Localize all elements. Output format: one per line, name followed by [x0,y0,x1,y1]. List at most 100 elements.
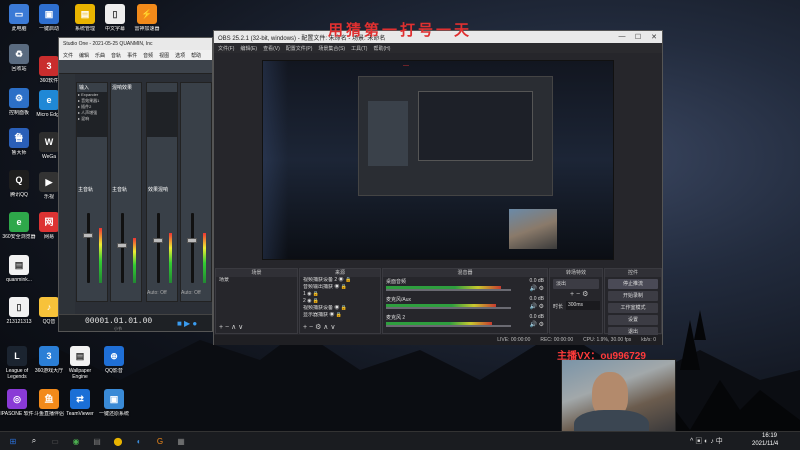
source-item[interactable]: 视频捕获设备 ◉ 🔒 [300,305,380,312]
play-button[interactable]: ■ ▶ ● [177,319,197,328]
transition-controls[interactable]: + − ⚙ [570,290,588,298]
studio-menu-item[interactable]: 视图 [159,52,169,59]
studio-menu-item[interactable]: 帮助 [191,52,201,59]
obs-window[interactable]: OBS 25.2.1 (32-bit, windows) - 配置文件: 未命名… [213,30,663,345]
studio-one-window[interactable]: Studio One - 2021-05-25 QUANMIN, Inc 文件编… [58,37,213,332]
fader-knob-2[interactable] [117,243,127,248]
studio-menu-item[interactable]: 选项 [175,52,185,59]
duration-field[interactable]: 300ms [566,301,600,310]
taskbar-item[interactable]: ⊞ [5,434,21,448]
obs-preview[interactable]: — [262,60,614,260]
desktop-icon-bottom-1[interactable]: 3 360游戏大厅 [32,346,66,374]
source-item[interactable]: 2 ◉ 🔒 [300,298,380,305]
volume-slider[interactable] [386,289,511,291]
obs-menu-item[interactable]: 场景集合(S) [318,45,345,52]
desktop-icon-7[interactable]: ▯ 213121313 [2,297,36,325]
desktop-icon-bottom-6[interactable]: ⇄ TeamViewer [63,389,97,417]
obs-menu-item[interactable]: 编辑(E) [240,45,257,52]
studio-menu-item[interactable]: 事件 [127,52,137,59]
mixer-dock[interactable]: 混音器 桌面音频 0.0 dB 🔊 ⚙ 麦克风/Aux 0.0 dB 🔊 ⚙ 麦克风 2 0.… [382,268,548,334]
taskbar-item[interactable]: ⌕ [26,434,42,448]
desktop-icon-2[interactable]: ⚙ 控制面板 [2,88,36,116]
obs-menu-item[interactable]: 查看(V) [263,45,280,52]
scenes-controls[interactable]: + − ∧ ∨ [219,323,243,331]
obs-menu-item[interactable]: 配置文件(P) [286,45,313,52]
taskbar-item[interactable]: ▦ [173,434,189,448]
taskbar-item[interactable]: ▭ [47,434,63,448]
desktop-icon-8[interactable]: ▣ 一键启动 [32,4,66,32]
controls-dock[interactable]: 控件 停止推流 开始录制 工作室模式 设置 退出 [604,268,662,337]
source-item[interactable]: 1 ◉ 🔒 [300,291,380,298]
desktop-icon-bottom-4[interactable]: ◎ IPASONE 软件 [0,389,34,417]
fader-2[interactable] [121,213,124,283]
obs-menu-item[interactable]: 帮助(H) [373,45,390,52]
taskbar-item[interactable]: G [152,434,168,448]
desktop-icon-bottom-3[interactable]: ⊕ QQ影音 [97,346,131,374]
transition-select[interactable]: 淡出 [553,279,599,289]
taskbar-item[interactable]: ⬤ [110,434,126,448]
app-icon: Q [9,170,29,190]
desktop-icon-4[interactable]: Q 腾讯QQ [2,170,36,198]
system-tray[interactable]: ^ ▣ ◐ ♪ 中 [690,436,723,446]
maximize-button[interactable]: ☐ [630,33,646,41]
transitions-dock[interactable]: 转场特效 淡出 + − ⚙ 时长 300ms [549,268,603,334]
insert-item[interactable]: ▸ 混响 [77,116,107,122]
desktop-icon-3[interactable]: 鲁鲁大师 [2,128,36,156]
desktop-icon-bottom-5[interactable]: 鱼斗鱼直播伴侣 [32,389,66,417]
volume-slider[interactable] [386,325,511,327]
desktop-icon-bottom-2[interactable]: ▤ Wallpaper Engine [63,346,97,380]
taskbar-item[interactable]: ◐ [131,434,147,448]
desktop-icon-bottom-0[interactable]: L League of Legends [0,346,34,380]
desktop-icon-17[interactable]: ⚡ 雷神加速器 [130,4,164,32]
desktop-icon-6[interactable]: ▤ quanmink... [2,255,36,283]
source-item[interactable]: 视频捕获设备 2 ◉ 🔒 [300,277,380,284]
studio-menu-item[interactable]: 音轨 [111,52,121,59]
studio-menu-item[interactable]: 文件 [63,52,73,59]
studio-menu-item[interactable]: 音频 [143,52,153,59]
volume-slider[interactable] [386,307,511,309]
mixer-channel[interactable]: 桌面音频 0.0 dB 🔊 ⚙ [383,277,547,295]
preview-nested-mixer [368,101,408,166]
close-button[interactable]: ✕ [646,33,662,41]
desktop-icon-15[interactable]: ▤ 系统管理 [68,4,102,32]
mixer-channel-4[interactable] [180,82,212,302]
control-button[interactable]: 停止推流 [608,279,658,289]
desktop-icon-5[interactable]: e 360安全浏览器 [2,212,36,240]
clock-date[interactable]: 2021/11/4 [752,441,778,447]
desktop-icon-1[interactable]: ♻ 回收站 [2,44,36,72]
mixer-channel[interactable]: 麦克风/Aux 0.0 dB 🔊 ⚙ [383,295,547,313]
desktop-icon-16[interactable]: ▯ 中文字幕 [98,4,132,32]
mixer-channel[interactable]: 麦克风 2 0.0 dB 🔊 ⚙ [383,313,547,331]
sources-dock[interactable]: 来源 视频捕获设备 2 ◉ 🔒 音频输出捕获 ◉ 🔒 1 ◉ 🔒 2 ◉ 🔒 视频捕获设… [299,268,381,334]
fader-1[interactable] [87,213,90,283]
obs-menu-item[interactable]: 文件(F) [218,45,234,52]
sources-controls[interactable]: + − ⚙ ∧ ∨ [303,323,335,331]
fader-knob-1[interactable] [83,233,93,238]
desktop-icon-0[interactable]: ▭ 此电脑 [2,4,36,32]
scene-item[interactable]: 场景 [216,277,297,284]
mute-icon[interactable]: 🔊 ⚙ [529,303,544,310]
fader-knob-3[interactable] [153,238,163,243]
source-item[interactable]: 音频输出捕获 ◉ 🔒 [300,284,380,291]
fader-knob-4[interactable] [187,238,197,243]
taskbar-item[interactable]: ◉ [68,434,84,448]
mute-icon[interactable]: 🔊 ⚙ [529,321,544,328]
control-button[interactable]: 设置 [608,315,658,325]
control-button[interactable]: 工作室模式 [608,303,658,313]
fader-4[interactable] [191,213,194,283]
clock-time[interactable]: 16:19 [762,433,777,439]
studio-menu-item[interactable]: 编辑 [79,52,89,59]
minimize-button[interactable]: — [614,33,630,41]
studio-one-titlebar[interactable]: Studio One - 2021-05-25 QUANMIN, Inc [59,38,212,50]
obs-menu-item[interactable]: 工具(T) [351,45,367,52]
desktop-icon-bottom-7[interactable]: ▣ 一键还原系统 [97,389,131,417]
mute-icon[interactable]: 🔊 ⚙ [529,285,544,292]
scenes-dock[interactable]: 场景 场景 + − ∧ ∨ [215,268,298,334]
fader-3[interactable] [157,213,160,283]
taskbar-item[interactable]: ▤ [89,434,105,448]
source-item[interactable]: 显示器捕获 ◉ 🔒 [300,312,380,319]
control-button[interactable]: 开始录制 [608,291,658,301]
studio-menu-item[interactable]: 乐曲 [95,52,105,59]
insert-list[interactable]: ▸ Expander ▸ 音效果器1 ▸ 插件2 ▸ 人声增强 ▸ 混响 [77,92,107,137]
insert-list-2[interactable] [147,92,177,137]
